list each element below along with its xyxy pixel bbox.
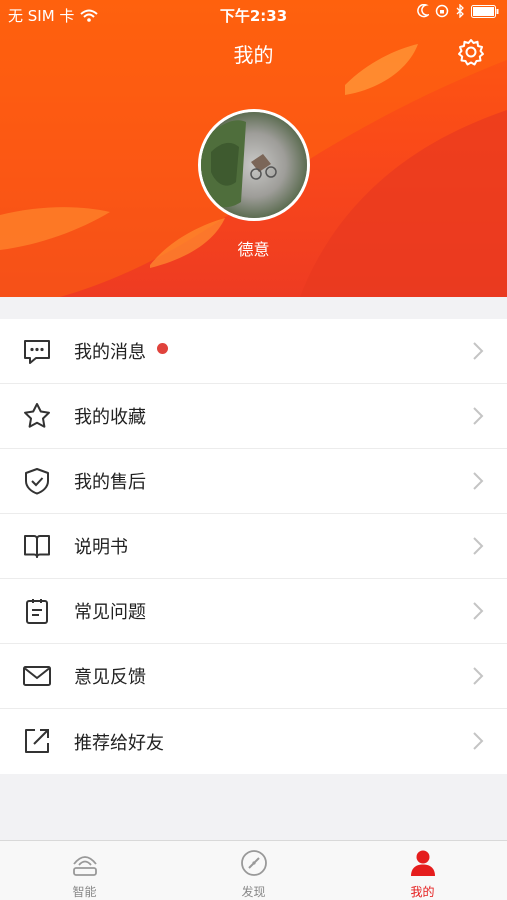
menu-item-label: 说明书 [74,537,128,558]
menu-item-after-sales[interactable]: 我的售后 [0,449,507,514]
tab-mine[interactable]: 我的 [338,841,507,900]
moon-icon [417,4,429,18]
mail-icon [23,666,51,686]
star-icon [24,403,50,428]
avatar[interactable] [198,109,310,221]
battery-icon [471,4,499,18]
menu-item-label: 我的消息 [74,342,146,363]
share-icon [25,729,49,753]
menu-item-manual[interactable]: 说明书 [0,514,507,579]
compass-icon [241,850,267,876]
username: 德意 [237,240,270,259]
menu-item-label: 我的售后 [74,472,146,493]
chevron-right-icon [473,407,484,425]
profile-header: 无 SIM 卡 下午2:33 我的 德意 [0,0,507,297]
menu-item-label: 常见问题 [74,602,146,623]
menu-item-label: 我的收藏 [74,407,146,428]
book-icon [24,535,50,558]
tab-label: 我的 [410,885,435,899]
tab-discover[interactable]: 发现 [169,841,338,900]
menu-item-favorites[interactable]: 我的收藏 [0,384,507,449]
chevron-right-icon [473,537,484,555]
tab-label: 发现 [241,885,266,899]
chevron-right-icon [473,667,484,685]
menu-item-label: 推荐给好友 [74,732,164,754]
message-icon [24,340,50,364]
menu-item-messages[interactable]: 我的消息 [0,319,507,384]
bottom-tab-bar: 智能 发现 我的 [0,840,507,900]
menu-item-label: 意见反馈 [74,667,146,688]
avatar-photo [201,112,307,218]
bluetooth-icon [456,4,464,18]
smart-device-icon [73,856,97,876]
person-icon [411,850,435,876]
chevron-right-icon [473,732,484,750]
page-title: 我的 [233,43,274,67]
menu-item-feedback[interactable]: 意见反馈 [0,644,507,709]
settings-gear-icon[interactable] [457,38,485,66]
tab-label: 智能 [72,885,97,899]
tab-smart[interactable]: 智能 [0,841,169,900]
profile-menu-list: 我的消息 我的收藏 我的售后 说明书 常见问题 意见反馈 推荐给好友 [0,319,507,774]
menu-item-share[interactable]: 推荐给好友 [0,709,507,774]
shield-check-icon [25,468,49,495]
status-bar: 无 SIM 卡 下午2:33 [0,0,507,28]
orientation-lock-icon [435,4,449,18]
chevron-right-icon [473,472,484,490]
clipboard-icon [26,599,48,624]
menu-item-faq[interactable]: 常见问题 [0,579,507,644]
unread-badge [157,343,168,354]
chevron-right-icon [473,342,484,360]
chevron-right-icon [473,602,484,620]
